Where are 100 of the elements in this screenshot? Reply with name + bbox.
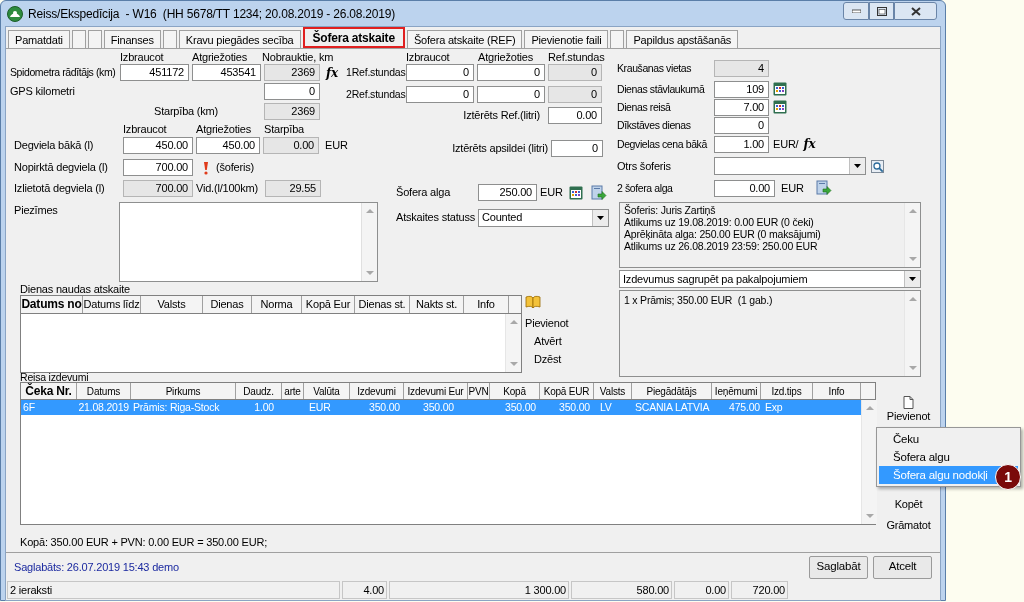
close-button[interactable] <box>894 2 937 20</box>
driver-dropdown[interactable] <box>714 157 866 175</box>
column-header[interactable]: Ieņēmumi <box>712 383 761 399</box>
column-header[interactable]: Info <box>464 296 509 313</box>
column-header[interactable]: Valsts <box>141 296 203 313</box>
tab[interactable] <box>71 30 86 48</box>
column-header[interactable]: Norma <box>252 296 302 313</box>
input-field[interactable]: 7.00 <box>714 98 769 116</box>
column-header[interactable]: Pirkums <box>131 383 236 399</box>
column-header[interactable]: Daudz. <box>236 383 282 399</box>
menu-item[interactable]: Šofera algu <box>879 448 1018 466</box>
column-header[interactable]: Piegādātājs <box>632 383 712 399</box>
input-field[interactable]: 450.00 <box>196 136 260 154</box>
column-header[interactable]: Izdevumi Eur <box>404 383 468 399</box>
column-header[interactable]: Datums no <box>21 296 83 313</box>
table-cell-text: 350.00 <box>504 400 537 415</box>
action-link[interactable]: Atvērt <box>534 332 562 350</box>
column-header[interactable]: Kopā Eur <box>302 296 355 313</box>
column-header[interactable]: Kopā <box>490 383 540 399</box>
formula-button[interactable]: fx <box>324 65 340 80</box>
dialog-button[interactable]: Saglabāt <box>809 555 868 579</box>
table-cell-text: 475.00 <box>728 400 761 415</box>
column-header[interactable]: Izdevumi <box>350 383 404 399</box>
tab[interactable] <box>87 30 102 48</box>
formula-button[interactable]: fx <box>801 137 818 151</box>
readonly-field: 0 <box>548 86 602 103</box>
column-header[interactable]: Kopā EUR <box>540 383 594 399</box>
input-field[interactable]: 0 <box>477 86 545 103</box>
input-field[interactable]: 0 <box>714 116 769 134</box>
column-header[interactable]: Nakts st. <box>410 296 464 313</box>
column-header[interactable]: Valūta <box>304 383 350 399</box>
table-cell-text: 6F <box>22 400 36 415</box>
column-header[interactable]: arte <box>282 383 304 399</box>
book-icon[interactable] <box>525 295 541 310</box>
add-button[interactable]: Pievienot <box>886 396 931 423</box>
search-icon[interactable] <box>871 159 884 173</box>
tab[interactable]: Papildus apstāšanās <box>626 30 739 48</box>
status-text: 4.00 <box>342 581 387 599</box>
action-link[interactable]: Grāmatot <box>886 518 931 532</box>
dropdown-arrow-icon <box>909 277 916 281</box>
export-icon[interactable] <box>590 184 607 201</box>
action-link[interactable]: Dzēst <box>534 350 562 368</box>
input-field[interactable]: 451172 <box>120 64 189 81</box>
tab[interactable] <box>162 30 177 48</box>
input-field[interactable]: 0.00 <box>548 106 602 124</box>
calendar-icon[interactable] <box>773 100 787 114</box>
input-field[interactable]: 0 <box>551 139 603 157</box>
input-field[interactable]: 450.00 <box>123 136 193 154</box>
app-icon[interactable] <box>7 5 23 22</box>
input-field[interactable]: 700.00 <box>123 159 193 176</box>
input-field[interactable]: 0.00 <box>714 179 775 197</box>
column-header[interactable]: PVN <box>468 383 490 399</box>
calendar-icon[interactable] <box>568 185 583 200</box>
tab[interactable]: Šofera atskaite (REF) <box>406 30 523 48</box>
table-cell-text: Prāmis: Riga-Stock <box>132 400 221 415</box>
readonly-field: 0 <box>548 64 602 81</box>
column-header[interactable]: Dienas st. <box>355 296 410 313</box>
dropdown-value: Counted <box>482 210 523 226</box>
column-header[interactable]: Datums <box>77 383 131 399</box>
tab[interactable]: Finanses <box>103 30 161 48</box>
status-dropdown[interactable]: Counted <box>478 208 609 227</box>
action-link[interactable]: Kopēt <box>894 497 923 511</box>
field-label: Iztērēts apsildei (litri) <box>451 140 549 156</box>
input-field[interactable]: 109 <box>714 80 769 98</box>
field-label: Atgriežoties <box>192 49 249 65</box>
tab[interactable] <box>610 30 625 48</box>
alert-icon[interactable] <box>201 160 211 175</box>
input-field[interactable]: 0 <box>406 86 474 103</box>
input-field[interactable]: 453541 <box>192 64 261 81</box>
column-header[interactable]: Izd.tips <box>761 383 813 399</box>
window-title: Reiss/Ekspedīcija - W16 (HH 5678/TT 1234; 20.08.2019 - 26.08.2019) <box>28 5 396 23</box>
table-cell-text: EUR <box>308 400 332 415</box>
menu-item[interactable]: Čeku <box>879 430 1018 448</box>
field-label: Dīkstāves dienas <box>617 117 692 133</box>
table-cell-text: 350.00 <box>368 400 401 415</box>
input-field[interactable]: 0 <box>264 83 320 100</box>
column-header[interactable]: Čeka Nr. <box>21 383 77 399</box>
input-field[interactable]: 250.00 <box>478 184 537 201</box>
field-label: Izbraucot <box>123 121 168 137</box>
calendar-icon[interactable] <box>773 82 787 96</box>
tab[interactable]: Pamatdati <box>8 30 70 48</box>
maximize-button[interactable] <box>869 2 894 20</box>
tab[interactable]: Pievienotie faili <box>524 30 609 48</box>
tab[interactable]: Šofera atskaite <box>302 27 405 48</box>
field-label: Nopirktā degviela (l) <box>13 160 109 175</box>
grouping-dropdown[interactable]: Izdevumus sagrupēt pa pakalpojumiem <box>619 270 921 288</box>
input-field[interactable]: 0 <box>406 64 474 81</box>
column-header[interactable]: Datums līdz <box>83 296 141 313</box>
summary-line: Atlikums uz 19.08.2019: 0.00 EUR (0 čeki) <box>624 216 815 228</box>
input-field[interactable]: 1.00 <box>714 135 769 153</box>
tab[interactable]: Kravu piegādes secība <box>178 30 301 48</box>
column-header[interactable]: Valsts <box>594 383 632 399</box>
field-label: Kraušanas vietas <box>617 60 693 76</box>
input-field[interactable]: 0 <box>477 64 545 81</box>
dialog-button[interactable]: Atcelt <box>873 555 932 579</box>
column-header[interactable]: Info <box>813 383 861 399</box>
action-link[interactable]: Pievienot <box>525 314 569 332</box>
notes-field[interactable] <box>119 202 378 282</box>
column-header[interactable]: Dienas <box>203 296 252 313</box>
export-icon[interactable] <box>815 180 832 196</box>
